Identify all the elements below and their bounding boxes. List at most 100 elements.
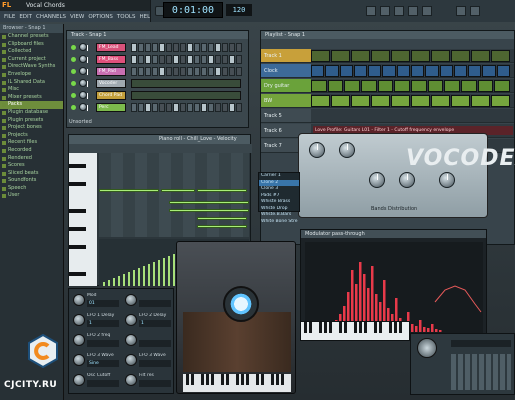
browser-item[interactable]: Envelope	[0, 71, 63, 79]
piano-roll-preview[interactable]	[131, 79, 241, 88]
playlist-lane[interactable]	[311, 79, 514, 93]
pattern-clip[interactable]	[351, 50, 370, 62]
step-button[interactable]	[222, 103, 228, 112]
parameter-knob[interactable]	[125, 354, 137, 366]
channel-name-button[interactable]: FM_Lead	[96, 43, 126, 52]
step-button[interactable]	[194, 43, 200, 52]
pattern-clip[interactable]	[344, 80, 360, 92]
synth-keyboard[interactable]	[183, 374, 291, 392]
black-key[interactable]	[389, 322, 392, 333]
browser-item[interactable]: Rendered	[0, 155, 63, 163]
vocoder-bands-knob[interactable]	[439, 172, 455, 188]
channel-mute-led[interactable]	[71, 57, 76, 62]
browser-item[interactable]: Plugin database	[0, 109, 63, 117]
step-button[interactable]	[236, 55, 242, 64]
step-button[interactable]	[159, 55, 165, 64]
step-button[interactable]	[152, 67, 158, 76]
pattern-clip[interactable]	[371, 50, 390, 62]
black-key[interactable]	[329, 322, 332, 333]
step-button[interactable]	[187, 43, 193, 52]
pattern-clip[interactable]	[477, 80, 494, 92]
browser-item[interactable]: Collected	[0, 48, 63, 56]
vocoder-release-knob[interactable]	[369, 172, 385, 188]
step-button[interactable]	[145, 43, 151, 52]
main-volume-knob[interactable]	[223, 286, 259, 322]
pattern-clip[interactable]	[331, 50, 350, 62]
step-button[interactable]	[180, 67, 186, 76]
midi-note[interactable]	[169, 201, 249, 204]
pattern-clip[interactable]	[331, 95, 350, 107]
parameter-value[interactable]: Sine	[87, 360, 119, 367]
browser-item[interactable]: Project bones	[0, 124, 63, 132]
velocity-bar[interactable]	[113, 278, 115, 286]
step-button[interactable]	[166, 43, 172, 52]
browser-item[interactable]: Channel presets	[0, 33, 63, 41]
parameter-value[interactable]	[139, 360, 171, 367]
velocity-bar[interactable]	[123, 274, 125, 286]
vocoder-keyboard[interactable]	[300, 321, 410, 341]
step-button[interactable]	[208, 67, 214, 76]
step-button[interactable]	[173, 103, 179, 112]
pattern-clip[interactable]	[431, 50, 450, 62]
parameter-knob[interactable]	[73, 374, 85, 386]
velocity-bar[interactable]	[108, 280, 110, 286]
pattern-clip[interactable]	[471, 95, 490, 107]
parameter-value[interactable]	[139, 340, 171, 347]
pattern-clip[interactable]	[396, 65, 410, 77]
menu-options[interactable]: OPTIONS	[88, 14, 113, 20]
step-button[interactable]	[229, 43, 235, 52]
black-key[interactable]	[206, 374, 209, 385]
parameter-value[interactable]: 1	[87, 320, 119, 327]
black-key[interactable]	[201, 374, 204, 385]
black-key[interactable]	[186, 374, 189, 385]
step-button[interactable]	[159, 43, 165, 52]
parameter-value[interactable]	[139, 300, 171, 307]
playlist-track-header[interactable]: Track 5	[261, 109, 311, 123]
pattern-clip[interactable]	[427, 80, 444, 92]
channel-name-button[interactable]: Vocoder	[96, 79, 126, 88]
midi-note[interactable]	[161, 189, 195, 192]
step-button[interactable]	[229, 67, 235, 76]
black-key[interactable]	[304, 322, 307, 333]
parameter-value[interactable]	[87, 380, 119, 387]
parameter-knob[interactable]	[125, 314, 137, 326]
pattern-clip[interactable]	[311, 50, 330, 62]
step-button[interactable]	[159, 103, 165, 112]
black-key[interactable]	[394, 322, 397, 333]
step-button[interactable]	[131, 103, 137, 112]
step-button[interactable]	[201, 43, 207, 52]
channel-mute-led[interactable]	[71, 45, 76, 50]
velocity-bar[interactable]	[148, 264, 150, 286]
step-button[interactable]	[173, 55, 179, 64]
channel-mute-led[interactable]	[71, 105, 76, 110]
browser-item[interactable]: Plugin presets	[0, 117, 63, 125]
black-key[interactable]	[69, 245, 86, 249]
pattern-clip[interactable]	[382, 65, 396, 77]
step-button[interactable]	[131, 67, 137, 76]
black-key[interactable]	[69, 272, 86, 276]
step-button[interactable]	[180, 103, 186, 112]
midi-note[interactable]	[197, 225, 247, 228]
channel-name-button[interactable]: Chord Pad	[96, 91, 126, 100]
step-button[interactable]	[166, 67, 172, 76]
vocoder-mix-knob[interactable]	[309, 142, 325, 158]
velocity-bar[interactable]	[133, 270, 135, 286]
playlist-icon[interactable]	[366, 6, 376, 16]
velocity-bar[interactable]	[163, 258, 165, 286]
velocity-bar[interactable]	[118, 276, 120, 286]
black-key[interactable]	[69, 209, 86, 213]
pattern-clip[interactable]	[394, 80, 410, 92]
parameter-knob[interactable]	[125, 294, 137, 306]
pattern-clip[interactable]	[377, 80, 394, 92]
playlist-track-header[interactable]: Track 1	[261, 49, 311, 63]
browser-item[interactable]: DirectWave Synths	[0, 63, 63, 71]
step-button[interactable]	[166, 55, 172, 64]
browser-item[interactable]: Speech	[0, 185, 63, 193]
black-key[interactable]	[319, 322, 322, 333]
channel-name-button[interactable]: FM_Bass	[96, 55, 126, 64]
step-button[interactable]	[145, 103, 151, 112]
black-key[interactable]	[241, 374, 244, 385]
velocity-bar[interactable]	[173, 254, 175, 286]
record-icon[interactable]	[470, 6, 480, 16]
channel-volume-knob[interactable]	[79, 79, 88, 87]
